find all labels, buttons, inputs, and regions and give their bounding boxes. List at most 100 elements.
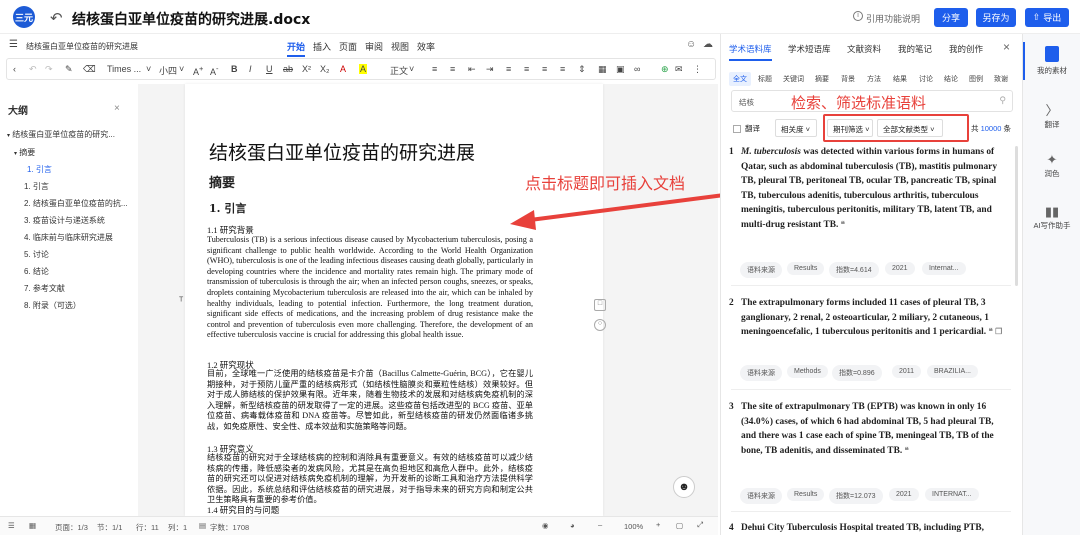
chip-discussion[interactable]: 讨论: [915, 72, 937, 86]
quote-icon[interactable]: ❝: [905, 446, 909, 455]
info-icon[interactable]: i: [853, 11, 863, 21]
doc-subheading[interactable]: 1.4 研究目的与问题: [207, 504, 279, 516]
sort-relevance-select[interactable]: 相关度 ˅: [775, 119, 817, 137]
sidebar-item-materials[interactable]: 我的素材: [1023, 46, 1080, 76]
doc-heading-title[interactable]: 结核蛋白亚单位疫苗的研究进展: [209, 138, 475, 165]
save-as-button[interactable]: 另存为: [976, 8, 1016, 27]
align-justify-icon[interactable]: ≡: [560, 64, 565, 74]
superscript-icon[interactable]: X²: [302, 64, 311, 74]
font-family-select[interactable]: Times ...: [107, 64, 141, 74]
scrollbar[interactable]: [1015, 146, 1018, 286]
chip-figure[interactable]: 图例: [965, 72, 987, 86]
sidebar-item-translate[interactable]: 〉 翻译: [1023, 100, 1080, 130]
more-icon[interactable]: ⋮: [693, 64, 702, 75]
format-painter-icon[interactable]: ✎: [65, 64, 73, 75]
result-item[interactable]: 4 Dehui City Tuberculosis Hospital treate…: [729, 521, 1009, 535]
outline-item[interactable]: 7. 参考文献: [24, 283, 65, 294]
result-item[interactable]: 2 The extrapulmonary forms included 11 ca…: [729, 296, 1009, 340]
outline-item[interactable]: 1. 引言: [24, 181, 49, 192]
back-icon[interactable]: ↶: [50, 9, 63, 27]
tab-phrase-bank[interactable]: 学术短语库: [788, 43, 831, 55]
tab-view[interactable]: 视图: [391, 40, 409, 53]
redo-icon[interactable]: ↷: [45, 64, 53, 75]
numbered-list-icon[interactable]: ≡: [450, 64, 455, 74]
close-icon[interactable]: ×: [114, 103, 120, 114]
doc-heading-intro[interactable]: 1. 引言: [209, 200, 246, 216]
doc-paragraph[interactable]: Tuberculosis (TB) is a serious infectiou…: [207, 235, 533, 341]
chevron-down-icon[interactable]: ˅: [146, 64, 151, 74]
add-icon[interactable]: ⊕: [661, 64, 669, 75]
align-left-icon[interactable]: ≡: [506, 64, 511, 74]
collab-icon[interactable]: ☺: [686, 39, 696, 50]
doc-paragraph[interactable]: 结核疫苗的研究对于全球结核病的控制和消除具有重要意义。有效的结核疫苗可以减少结核…: [207, 453, 533, 506]
sidebar-item-polish[interactable]: ✦ 润色: [1023, 152, 1080, 179]
quote-icon[interactable]: ❝: [841, 220, 845, 229]
link-icon[interactable]: ∞: [634, 64, 640, 74]
chip-keywords[interactable]: 关键词: [779, 72, 808, 86]
chip-fulltext[interactable]: 全文: [729, 72, 751, 86]
chevron-down-icon[interactable]: ˅: [179, 64, 184, 74]
checkbox[interactable]: [733, 125, 741, 134]
outline-item[interactable]: 6. 结论: [24, 266, 49, 277]
tab-start[interactable]: 开始: [287, 40, 306, 57]
indent-increase-icon[interactable]: ⇥: [486, 64, 494, 75]
chevron-down-icon[interactable]: ˅: [409, 64, 414, 74]
fullscreen-icon[interactable]: ⤢: [697, 520, 703, 530]
style-select[interactable]: 正文: [390, 64, 408, 77]
grid-icon[interactable]: ▦: [29, 521, 36, 530]
result-item[interactable]: 1 M. tuberculosis was detected within var…: [729, 145, 1009, 233]
outline-item[interactable]: 3. 疫苗设计与递送系统: [24, 215, 105, 226]
search-icon[interactable]: ⚲: [999, 95, 1006, 106]
image-icon[interactable]: ▣: [616, 64, 625, 75]
globe-icon[interactable]: ◉: [542, 521, 549, 530]
table-icon[interactable]: ▦: [598, 64, 607, 75]
quote-icon[interactable]: ❝: [988, 327, 992, 336]
locate-icon[interactable]: ○: [594, 319, 606, 331]
journal-filter-select[interactable]: 期刊筛选 ˅: [827, 119, 873, 137]
tab-review[interactable]: 审阅: [365, 40, 383, 53]
doc-heading-abstract[interactable]: 摘要: [209, 172, 235, 191]
bookmark-icon[interactable]: □: [594, 299, 606, 311]
doc-paragraph[interactable]: 目前，全球唯一广泛使用的结核疫苗是卡介苗（Bacillus Calmette-G…: [207, 369, 533, 433]
eye-icon[interactable]: ◕: [570, 521, 575, 530]
document-page[interactable]: 结核蛋白亚单位疫苗的研究进展 摘要 1. 引言 1.1 研究背景 Tubercu…: [185, 84, 603, 516]
comment-icon[interactable]: ✉: [675, 64, 683, 75]
outline-item[interactable]: 4. 临床前与临床研究进展: [24, 232, 113, 243]
subscript-icon[interactable]: X₂: [320, 64, 330, 74]
tab-efficiency[interactable]: 效率: [417, 40, 435, 53]
close-icon[interactable]: ×: [1003, 40, 1010, 54]
eraser-icon[interactable]: ⌫: [83, 64, 96, 75]
copy-icon[interactable]: ❐: [995, 327, 1002, 336]
chip-background[interactable]: 背景: [837, 72, 859, 86]
fit-page-icon[interactable]: ▢: [676, 521, 683, 530]
strikethrough-icon[interactable]: ab: [283, 64, 293, 74]
cloud-icon[interactable]: ☁: [703, 39, 713, 50]
zoom-in-icon[interactable]: +: [656, 520, 660, 529]
outline-item-active[interactable]: 1. 引言: [27, 164, 52, 175]
outline-item[interactable]: 5. 讨论: [24, 249, 49, 260]
outline-toggle-icon[interactable]: ☰: [8, 521, 15, 530]
translate-toggle[interactable]: 翻译: [733, 123, 760, 134]
highlight-icon[interactable]: A: [359, 64, 368, 74]
sidebar-item-ai-writer[interactable]: ▮▮ AI写作助手: [1023, 204, 1080, 231]
assistant-avatar-icon[interactable]: ☻: [673, 476, 695, 498]
tab-insert[interactable]: 插入: [313, 40, 331, 53]
bold-icon[interactable]: B: [231, 64, 238, 74]
collapse-icon[interactable]: ‹: [13, 64, 16, 74]
doc-type-select[interactable]: 全部文献类型 ˅: [877, 119, 943, 137]
result-item[interactable]: 3 The site of extrapulmonary TB (EPTB) wa…: [729, 400, 1009, 458]
tab-my-notes[interactable]: 我的笔记: [898, 43, 932, 55]
outline-item[interactable]: ▾ 摘要: [14, 147, 35, 158]
bullet-list-icon[interactable]: ≡: [432, 64, 437, 74]
indent-decrease-icon[interactable]: ⇤: [468, 64, 476, 75]
zoom-out-icon[interactable]: –: [598, 520, 602, 529]
cite-help-link[interactable]: 引用功能说明: [866, 12, 920, 25]
tab-page[interactable]: 页面: [339, 40, 357, 53]
font-shrink-icon[interactable]: A-: [210, 64, 219, 77]
align-right-icon[interactable]: ≡: [542, 64, 547, 74]
share-button[interactable]: 分享: [934, 8, 968, 27]
undo-icon[interactable]: ↶: [29, 64, 37, 75]
chip-title[interactable]: 标题: [754, 72, 776, 86]
outline-item[interactable]: 2. 结核蛋白亚单位疫苗的抗...: [24, 198, 128, 209]
align-center-icon[interactable]: ≡: [524, 64, 529, 74]
